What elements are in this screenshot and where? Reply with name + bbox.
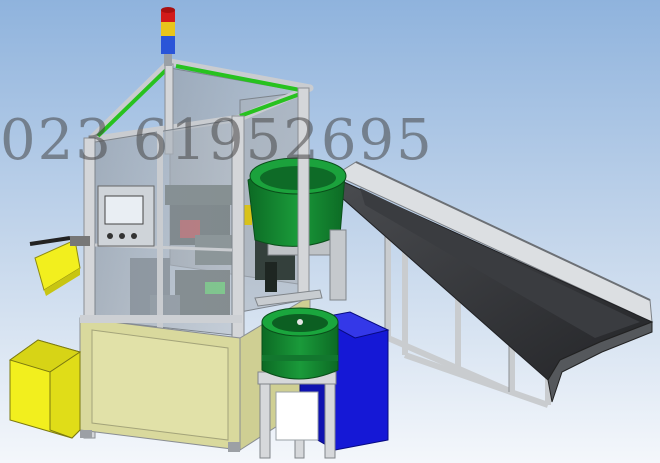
machine-illustration xyxy=(0,0,660,463)
hmi-panel xyxy=(97,185,155,247)
yellow-bin xyxy=(8,339,82,439)
small-feeder-bowl xyxy=(257,307,339,459)
